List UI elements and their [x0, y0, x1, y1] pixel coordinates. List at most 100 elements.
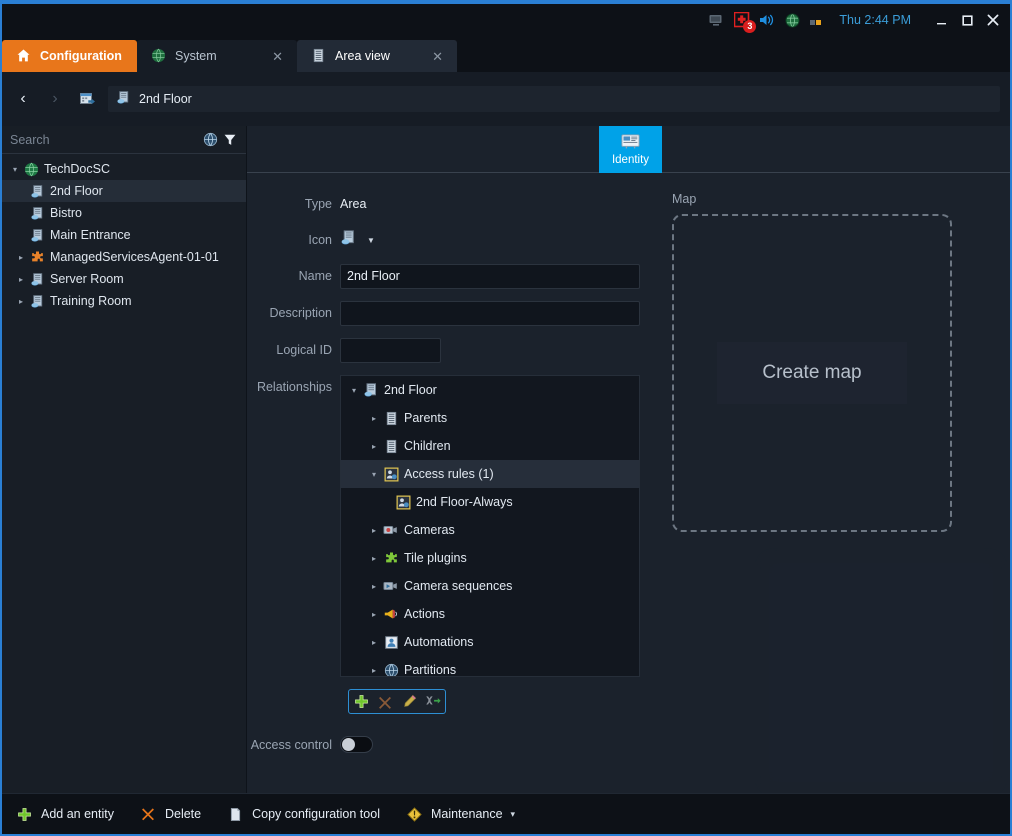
tray-squares-icon[interactable] [808, 11, 826, 29]
field-icon: Icon ▼ [247, 228, 648, 252]
collapse-twisty-icon[interactable]: ▸ [367, 666, 381, 675]
remote-monitor-icon[interactable] [708, 11, 726, 29]
relationship-row-parents[interactable]: ▸ Parents [341, 404, 639, 432]
tab-system[interactable]: System ✕ [137, 40, 297, 72]
description-label: Description [247, 301, 340, 325]
tree-item-label: Main Entrance [50, 228, 131, 242]
tree-item-training-room[interactable]: ▸ Training Room [2, 290, 246, 312]
relationship-row-children[interactable]: ▸ Children [341, 432, 639, 460]
tab-configuration-label: Configuration [40, 49, 122, 63]
create-map-button[interactable]: Create map [717, 342, 907, 404]
maintenance-button[interactable]: Maintenance ▾ [406, 806, 515, 823]
x-icon [378, 695, 392, 709]
copy-configuration-tool-button[interactable]: Copy configuration tool [227, 806, 380, 823]
collapse-twisty-icon[interactable]: ▸ [367, 638, 381, 647]
identity-card-icon [621, 133, 640, 152]
add-an-entity-button[interactable]: Add an entity [16, 806, 114, 823]
volume-icon[interactable] [758, 11, 776, 29]
collapse-twisty-icon[interactable]: ▸ [14, 275, 28, 284]
close-button[interactable] [980, 8, 1006, 32]
tree-item-server-room[interactable]: ▸ Server Room [2, 268, 246, 290]
tab-area-view[interactable]: Area view ✕ [297, 40, 457, 72]
breadcrumb[interactable]: 2nd Floor [108, 86, 1000, 112]
map-label: Map [672, 192, 1010, 206]
description-input[interactable] [340, 301, 640, 326]
relationship-row-partitions[interactable]: ▸ Partitions [341, 656, 639, 677]
search-input[interactable]: Search [10, 133, 200, 147]
tree-item-managedservicesagent[interactable]: ▸ ManagedServicesAgent-01-01 [2, 246, 246, 268]
add-relationship-button[interactable] [349, 690, 373, 713]
tree-item-2nd-floor[interactable]: 2nd Floor [2, 180, 246, 202]
health-alert-icon[interactable]: 3 [733, 11, 751, 29]
plus-icon [354, 694, 369, 709]
close-icon[interactable]: ✕ [272, 50, 283, 63]
delete-button[interactable]: Delete [140, 806, 201, 823]
collapse-twisty-icon[interactable]: ▸ [367, 526, 381, 535]
collapse-twisty-icon[interactable]: ▸ [14, 297, 28, 306]
expand-twisty-icon[interactable]: ▾ [347, 386, 361, 395]
tab-configuration[interactable]: Configuration [2, 40, 137, 72]
tree-item-bistro[interactable]: Bistro [2, 202, 246, 224]
collapse-twisty-icon[interactable]: ▸ [367, 554, 381, 563]
collapse-twisty-icon[interactable]: ▸ [367, 414, 381, 423]
network-globe-icon[interactable] [783, 11, 801, 29]
entity-tree: ▾ TechDocSC 2nd Floor [2, 154, 246, 312]
relationship-label: Parents [404, 411, 447, 425]
close-icon[interactable]: ✕ [432, 50, 443, 63]
area-icon [340, 229, 357, 251]
tab-identity-label: Identity [612, 154, 649, 166]
sphere-view-icon[interactable] [200, 131, 220, 149]
relationship-row-actions[interactable]: ▸ Actions [341, 600, 639, 628]
relationship-row-2nd-floor-always[interactable]: 2nd Floor-Always [341, 488, 639, 516]
tab-area-view-label: Area view [335, 49, 390, 63]
relationship-label: Camera sequences [404, 579, 512, 593]
relationship-row-cameras[interactable]: ▸ Cameras [341, 516, 639, 544]
access-control-label: Access control [247, 738, 340, 752]
edit-relationship-button[interactable] [397, 690, 421, 713]
back-button[interactable]: ‹ [12, 88, 34, 110]
relationship-label: Automations [404, 635, 473, 649]
globe-icon [22, 162, 40, 177]
collapse-twisty-icon[interactable]: ▸ [367, 582, 381, 591]
pencil-icon [402, 694, 417, 709]
tree-item-main-entrance[interactable]: Main Entrance [2, 224, 246, 246]
tab-identity[interactable]: Identity [599, 126, 662, 173]
identity-form: Type Area Icon ▼ Name [247, 192, 648, 753]
logical-id-input[interactable] [340, 338, 441, 363]
tree-item-techdocsc[interactable]: ▾ TechDocSC [2, 158, 246, 180]
icon-picker[interactable]: ▼ [340, 228, 375, 252]
relationship-label: 2nd Floor-Always [416, 495, 513, 509]
forward-button[interactable]: › [44, 88, 66, 110]
collapse-twisty-icon[interactable]: ▸ [14, 253, 28, 262]
building-icon [311, 48, 327, 64]
relationships-label: Relationships [247, 375, 340, 399]
collapse-twisty-icon[interactable]: ▸ [367, 610, 381, 619]
history-calendar-icon[interactable] [76, 89, 98, 109]
relationship-row-automations[interactable]: ▸ Automations [341, 628, 639, 656]
expand-twisty-icon[interactable]: ▾ [8, 165, 22, 174]
move-relationship-button[interactable] [421, 690, 445, 713]
relationship-row-access-rules[interactable]: ▾ Access rules (1) [341, 460, 639, 488]
expand-twisty-icon[interactable]: ▾ [367, 470, 381, 479]
maximize-button[interactable] [954, 8, 980, 32]
delete-label: Delete [165, 807, 201, 821]
map-drop-zone[interactable]: Create map [672, 214, 952, 532]
chevron-down-icon[interactable]: ▼ [367, 236, 375, 245]
plugin-icon [28, 250, 46, 265]
chevron-down-icon[interactable]: ▾ [511, 809, 516, 820]
maintenance-diamond-icon [406, 806, 423, 823]
filter-funnel-icon[interactable] [220, 131, 240, 149]
relationship-row-camera-sequences[interactable]: ▸ Camera sequences [341, 572, 639, 600]
relationship-row-2nd-floor[interactable]: ▾ 2nd Floor [341, 376, 639, 404]
access-control-toggle[interactable] [340, 736, 373, 753]
minimize-button[interactable] [928, 8, 954, 32]
collapse-twisty-icon[interactable]: ▸ [367, 442, 381, 451]
remove-relationship-button[interactable] [373, 690, 397, 713]
area-icon [28, 228, 46, 243]
name-input[interactable]: 2nd Floor [340, 264, 640, 289]
health-alert-badge: 3 [743, 20, 756, 33]
search-row: Search [2, 126, 246, 154]
area-icon [28, 206, 46, 221]
area-icon [28, 294, 46, 309]
relationship-row-tile-plugins[interactable]: ▸ Tile plugins [341, 544, 639, 572]
